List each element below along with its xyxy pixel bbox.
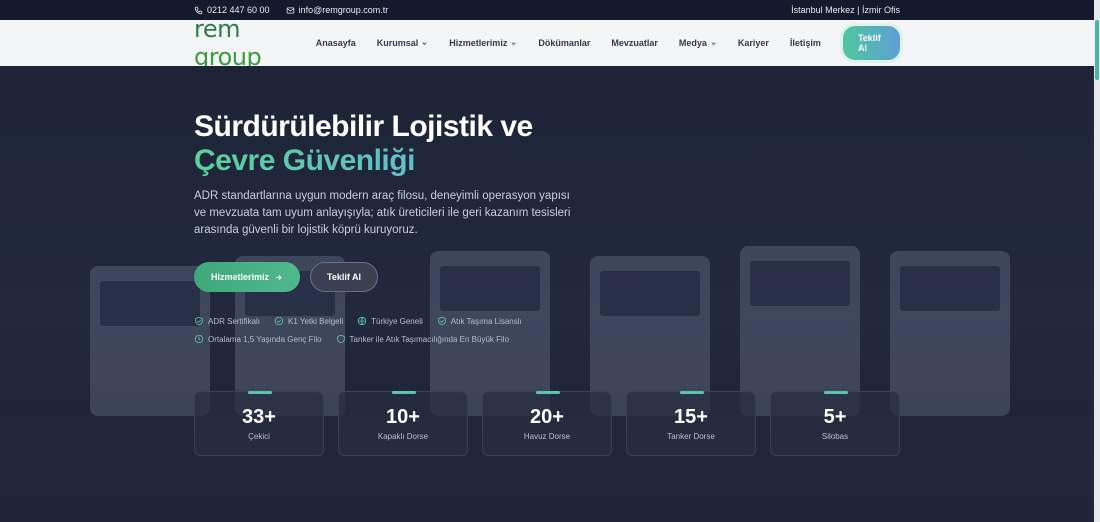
badge-item: Tanker ile Atık Taşımacılığında En Büyük…	[336, 334, 509, 344]
main-navigation: rem group Anasayfa Kurumsal Hizmetlerimiz D…	[0, 15, 1094, 71]
nav-item-5[interactable]: Medya	[679, 38, 717, 48]
badge-label: Tanker ile Atık Taşımacılığında En Büyük…	[349, 334, 510, 344]
phone-contact[interactable]: 0212 447 60 00	[194, 5, 270, 15]
nav-item-label: Dökümanlar	[538, 38, 591, 48]
stat-label: Silobas	[821, 432, 849, 441]
badge-label: Atık Taşıma Lisanslı	[450, 316, 522, 326]
circle-check-icon	[274, 316, 284, 326]
badge-item: Türkiye Geneli	[357, 316, 423, 326]
stat-card: 33+ Çekici	[194, 391, 324, 456]
hero-title-line2: Çevre Güvenliği	[194, 144, 533, 178]
badge-item: Ortalama 1,5 Yaşında Genç Filo	[194, 334, 322, 344]
stat-accent-bar	[536, 391, 560, 394]
badge-label: K1 Yetki Belgeli	[288, 316, 344, 326]
hero-title: Sürdürülebilir Lojistik ve Çevre Güvenli…	[194, 110, 533, 178]
nav-menu: Anasayfa Kurumsal Hizmetlerimiz Dökümanlar M…	[316, 38, 821, 48]
badge-label: Türkiye Geneli	[371, 316, 423, 326]
services-button[interactable]: Hizmetlerimiz	[194, 262, 300, 292]
fleet-stats: 33+ Çekici 10+ Kapaklı Dorse 20+ Havuz Dorse 1…	[194, 391, 900, 456]
stat-card: 10+ Kapaklı Dorse	[338, 391, 468, 456]
nav-item-label: İletişim	[789, 38, 821, 48]
rem-group-logo[interactable]: rem group	[194, 15, 290, 71]
stat-card: 5+ Silobas	[770, 391, 900, 456]
stat-card: 15+ Tanker Dorse	[626, 391, 756, 456]
badges-row-2: Ortalama 1,5 Yaşında Genç Filo Tanker ile…	[194, 334, 594, 344]
office-links[interactable]: İstanbul Merkez | İzmir Ofis	[791, 5, 900, 15]
stat-label: Tanker Dorse	[667, 432, 715, 441]
stat-value: 33+	[242, 406, 276, 428]
email-text: info@remgroup.com.tr	[298, 5, 389, 15]
chevron-down-icon	[511, 41, 516, 45]
email-contact[interactable]: info@remgroup.com.tr	[286, 5, 389, 15]
nav-item-4[interactable]: Mevzuatlar	[611, 38, 658, 48]
stat-accent-bar	[824, 391, 848, 394]
stat-accent-bar	[392, 391, 416, 394]
clock-icon	[194, 334, 204, 344]
top-info-bar: 0212 447 60 00 info@remgroup.com.tr İsta…	[0, 0, 1094, 20]
logo-text-rem: rem	[194, 15, 240, 43]
shield-icon	[336, 334, 345, 344]
nav-item-7[interactable]: İletişim	[790, 38, 821, 48]
globe-icon	[358, 316, 367, 326]
nav-item-2[interactable]: Hizmetlerimiz	[449, 38, 517, 48]
shield-check-icon	[438, 316, 446, 326]
badge-item: ADR Sertifikalı	[194, 316, 260, 326]
nav-item-label: Kariyer	[737, 38, 769, 48]
nav-item-3[interactable]: Dökümanlar	[538, 38, 590, 48]
chevron-down-icon	[422, 41, 427, 45]
office-text: İstanbul Merkez | İzmir Ofis	[791, 5, 900, 15]
services-button-label: Hizmetlerimiz	[210, 272, 270, 282]
badge-label: ADR Sertifikalı	[208, 316, 261, 326]
nav-item-label: Kurumsal	[376, 38, 419, 48]
badge-item: Atık Taşıma Lisanslı	[437, 316, 522, 326]
hero-section: Sürdürülebilir Lojistik ve Çevre Güvenli…	[0, 66, 1094, 522]
stat-accent-bar	[248, 391, 272, 394]
badge-label: Ortalama 1,5 Yaşında Genç Filo	[208, 334, 322, 344]
chevron-down-icon	[711, 41, 716, 45]
nav-item-6[interactable]: Kariyer	[738, 38, 769, 48]
stat-accent-bar	[680, 391, 704, 394]
phone-icon	[194, 6, 203, 14]
nav-item-label: Anasayfa	[315, 38, 356, 48]
shield-check-icon	[195, 316, 203, 326]
hero-quote-button[interactable]: Teklif Al	[310, 262, 378, 292]
badges-row-1: ADR Sertifikalı K1 Yetki Belgeli Türkiye G…	[194, 316, 594, 326]
stat-card: 20+ Havuz Dorse	[482, 391, 612, 456]
nav-item-label: Hizmetlerimiz	[449, 38, 508, 48]
nav-quote-button[interactable]: Teklif Al	[842, 26, 900, 60]
stat-value: 15+	[674, 406, 708, 428]
stat-label: Havuz Dorse	[523, 432, 571, 441]
hero-title-line1: Sürdürülebilir Lojistik ve	[194, 110, 533, 143]
badge-item: K1 Yetki Belgeli	[274, 316, 343, 326]
nav-item-0[interactable]: Anasayfa	[316, 38, 356, 48]
page-scrollbar[interactable]	[1094, 0, 1100, 522]
phone-text: 0212 447 60 00	[207, 5, 270, 15]
stat-label: Çekici	[248, 432, 270, 441]
mail-icon	[286, 7, 294, 13]
nav-item-label: Mevzuatlar	[611, 38, 658, 48]
arrow-right-icon	[275, 274, 282, 280]
nav-item-label: Medya	[678, 38, 707, 48]
nav-item-1[interactable]: Kurumsal	[377, 38, 429, 48]
hero-description: ADR standartlarına uygun modern araç fil…	[194, 190, 571, 236]
stat-value: 10+	[386, 406, 420, 428]
stat-value: 5+	[823, 406, 847, 428]
stat-value: 20+	[530, 406, 564, 428]
stat-label: Kapaklı Dorse	[377, 432, 429, 441]
scrollbar-thumb[interactable]	[1095, 20, 1099, 80]
